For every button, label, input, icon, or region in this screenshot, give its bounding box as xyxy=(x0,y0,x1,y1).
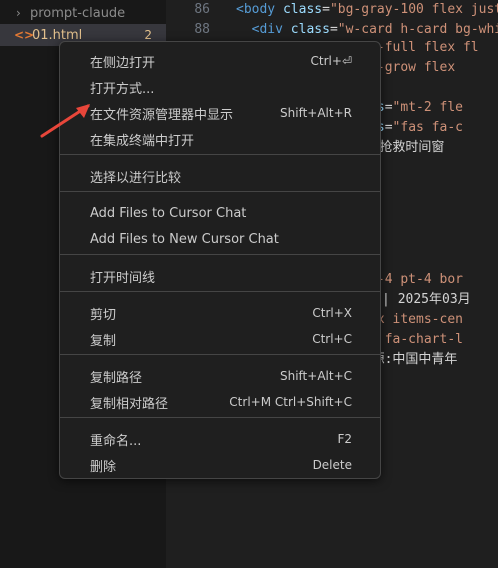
menu-item-delete[interactable]: 删除 Delete xyxy=(64,452,376,478)
menu-item-copy[interactable]: 复制 Ctrl+C xyxy=(64,326,376,352)
chevron-right-icon[interactable]: › xyxy=(16,6,30,20)
menu-item-label: 剪切 xyxy=(90,307,117,323)
menu-item-label: 打开时间线 xyxy=(90,270,156,286)
menu-item-open-with[interactable]: 打开方式... xyxy=(64,74,376,100)
code-token: "fas fa-c xyxy=(392,120,463,135)
menu-separator xyxy=(60,254,380,255)
code-token: = xyxy=(384,100,393,115)
menu-item-shortcut: Ctrl+X xyxy=(312,306,352,320)
html-file-icon: <> xyxy=(14,28,35,42)
menu-item-label: 选择以进行比较 xyxy=(90,170,182,186)
menu-item-open-in-terminal[interactable]: 在集成终端中打开 xyxy=(64,126,376,152)
menu-item-open-to-side[interactable]: 在侧边打开 Ctrl+⏎ xyxy=(64,48,376,74)
menu-item-label: Add Files to Cursor Chat xyxy=(90,205,247,221)
code-token: class xyxy=(290,22,330,37)
menu-item-add-files-to-new-cursor-chat[interactable]: Add Files to New Cursor Chat xyxy=(64,226,376,252)
code-token: "mt-2 fle xyxy=(392,100,463,115)
menu-separator xyxy=(60,191,380,192)
menu-item-label: 打开方式... xyxy=(90,81,155,97)
menu-item-rename[interactable]: 重命名... F2 xyxy=(64,426,376,452)
menu-separator xyxy=(60,417,380,418)
menu-item-open-timeline[interactable]: 打开时间线 xyxy=(64,263,376,289)
line-number: 88 xyxy=(194,22,210,37)
menu-item-label: 在集成终端中打开 xyxy=(90,133,195,149)
folder-name: prompt-claude xyxy=(30,5,126,21)
red-arrow-annotation xyxy=(40,104,90,138)
menu-item-shortcut: Ctrl+⏎ xyxy=(310,54,352,68)
menu-item-shortcut: F2 xyxy=(337,432,352,446)
code-token: "bg-gray-100 flex just xyxy=(329,2,498,17)
menu-item-reveal-in-file-explorer[interactable]: 在文件资源管理器中显示 Shift+Alt+R xyxy=(64,100,376,126)
menu-item-label: 在文件资源管理器中显示 xyxy=(90,107,234,123)
menu-item-copy-relative-path[interactable]: 复制相对路径 Ctrl+M Ctrl+Shift+C xyxy=(64,389,376,415)
menu-item-label: 复制相对路径 xyxy=(90,396,169,412)
line-number: 86 xyxy=(194,2,210,17)
code-token: <div xyxy=(251,22,291,37)
menu-item-label: 删除 xyxy=(90,459,117,475)
problem-count-badge: 2 xyxy=(144,28,152,42)
code-token: = xyxy=(329,22,338,37)
menu-item-copy-path[interactable]: 复制路径 Shift+Alt+C xyxy=(64,363,376,389)
menu-separator xyxy=(60,354,380,355)
menu-item-label: 在侧边打开 xyxy=(90,55,156,71)
menu-item-shortcut: Ctrl+C xyxy=(312,332,352,346)
context-menu: 在侧边打开 Ctrl+⏎ 打开方式... 在文件资源管理器中显示 Shift+Alt+R… xyxy=(59,41,381,479)
menu-item-shortcut: Shift+Alt+C xyxy=(279,369,352,383)
menu-item-shortcut: Delete xyxy=(312,458,352,472)
menu-item-label: 重命名... xyxy=(90,433,142,449)
code-token: = xyxy=(322,2,330,17)
folder-row[interactable]: › prompt-claude xyxy=(0,2,166,24)
menu-separator xyxy=(60,291,380,292)
menu-item-add-files-to-cursor-chat[interactable]: Add Files to Cursor Chat xyxy=(64,200,376,226)
menu-item-label: 复制路径 xyxy=(90,370,143,386)
code-token: <body xyxy=(236,2,283,17)
menu-item-label: 复制 xyxy=(90,333,117,349)
menu-separator xyxy=(60,154,380,155)
code-token: = xyxy=(384,120,393,135)
code-text: <body class="bg-gray-100 flex just xyxy=(236,0,498,20)
code-text: <div class="w-card h-card bg-whi xyxy=(236,20,498,40)
code-token: class xyxy=(282,2,323,17)
menu-item-cut[interactable]: 剪切 Ctrl+X xyxy=(64,300,376,326)
menu-item-select-for-compare[interactable]: 选择以进行比较 xyxy=(64,163,376,189)
code-token: "w-card h-card bg-whi xyxy=(337,22,498,37)
menu-item-shortcut: Ctrl+M Ctrl+Shift+C xyxy=(229,395,352,409)
menu-item-shortcut: Shift+Alt+R xyxy=(280,106,352,120)
menu-item-label: Add Files to New Cursor Chat xyxy=(90,231,279,247)
